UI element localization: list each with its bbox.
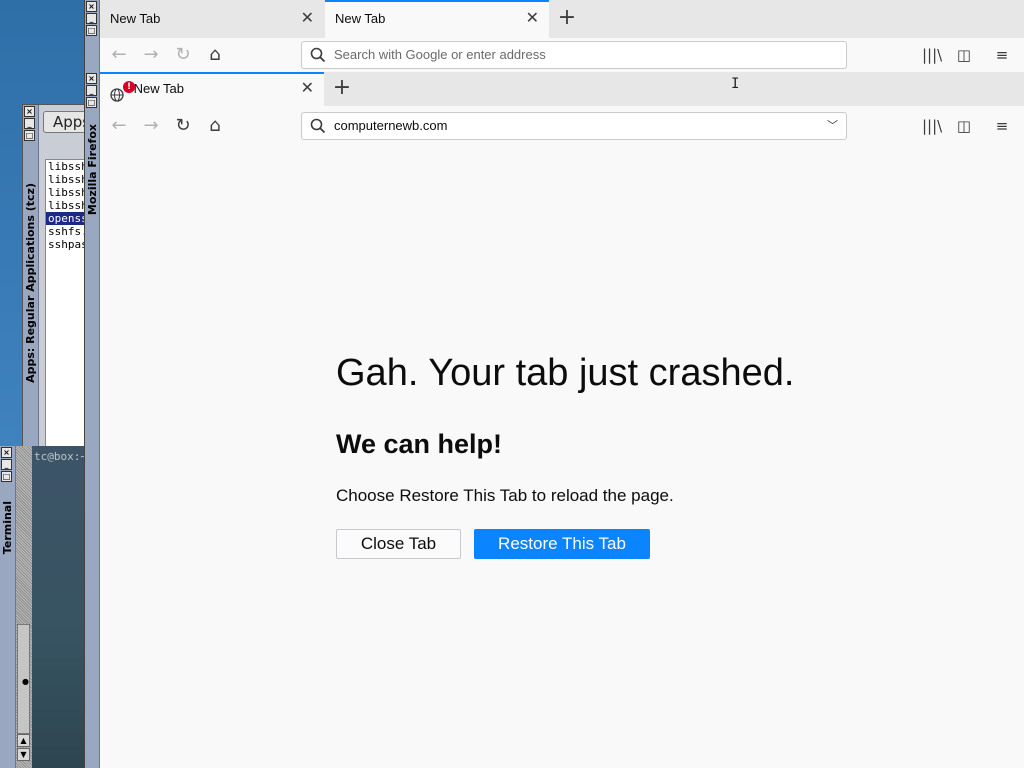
- search-icon: [310, 118, 326, 134]
- tab-active[interactable]: New Tab ✕: [325, 0, 549, 38]
- scrollbar-thumb[interactable]: ●: [17, 624, 30, 734]
- url-text: computernewb.com: [334, 118, 448, 133]
- maximize-icon[interactable]: □: [86, 97, 97, 108]
- close-icon[interactable]: ✕: [301, 74, 314, 104]
- maximize-icon[interactable]: □: [24, 130, 35, 141]
- close-icon[interactable]: ×: [1, 447, 12, 458]
- firefox-window-title: Mozilla Firefox: [86, 124, 99, 216]
- terminal-prompt: tc@box:~: [34, 450, 87, 463]
- tab-strip: New Tab ✕ New Tab ✕ +: [100, 0, 1024, 39]
- close-icon[interactable]: ✕: [301, 0, 314, 38]
- home-icon[interactable]: ⌂: [201, 113, 229, 139]
- firefox-window-front: × _ □ Mozilla Firefox ! New Tab ✕ + ← → …: [84, 72, 1024, 768]
- close-tab-button[interactable]: Close Tab: [336, 529, 461, 559]
- terminal-scrollbar[interactable]: ● ▲ ▼: [16, 446, 32, 768]
- forward-icon[interactable]: →: [137, 42, 165, 68]
- scroll-up-icon[interactable]: ▲: [17, 734, 30, 747]
- close-icon[interactable]: ×: [24, 106, 35, 117]
- menu-icon[interactable]: ≡: [992, 46, 1012, 64]
- reload-icon[interactable]: ↻: [169, 42, 197, 68]
- home-icon[interactable]: ⌂: [201, 42, 229, 68]
- scroll-down-icon[interactable]: ▼: [17, 748, 30, 761]
- close-icon[interactable]: ×: [86, 73, 97, 84]
- page-subtitle: We can help!: [336, 429, 503, 459]
- tab-strip: ! New Tab ✕ +: [100, 72, 1024, 107]
- tab-label: New Tab: [110, 11, 161, 26]
- grip-icon: ●: [22, 677, 29, 686]
- crash-message: Choose Restore This Tab to reload the pa…: [336, 486, 674, 505]
- restore-tab-button[interactable]: Restore This Tab: [474, 529, 650, 559]
- back-icon[interactable]: ←: [105, 113, 133, 139]
- navigation-bar: ← → ↻ ⌂ computernewb.com ﹀ |||\ ◫ ≡: [100, 106, 1024, 147]
- new-tab-icon[interactable]: +: [550, 0, 584, 38]
- tab-active[interactable]: ! New Tab ✕: [100, 72, 324, 106]
- globe-icon: !: [110, 80, 135, 102]
- library-icon[interactable]: |||\: [922, 46, 942, 64]
- url-placeholder: Search with Google or enter address: [334, 47, 546, 62]
- new-tab-icon[interactable]: +: [325, 72, 359, 106]
- maximize-icon[interactable]: □: [86, 25, 97, 36]
- sidebar-icon[interactable]: ◫: [954, 117, 974, 135]
- minimize-icon[interactable]: _: [1, 459, 12, 470]
- page-title: Gah. Your tab just crashed.: [336, 352, 795, 394]
- menu-icon[interactable]: ≡: [992, 117, 1012, 135]
- apps-window-title: Apps: Regular Applications (tcz): [24, 183, 37, 383]
- search-icon: [310, 47, 326, 63]
- terminal-titlebar[interactable]: × _ □ Terminal: [0, 446, 16, 768]
- apps-titlebar[interactable]: × _ □ Apps: Regular Applications (tcz): [23, 105, 39, 453]
- library-icon[interactable]: |||\: [922, 117, 942, 135]
- dropdown-chevron-icon[interactable]: ﹀: [827, 113, 838, 139]
- navigation-bar: ← → ↻ ⌂ Search with Google or enter addr…: [100, 38, 1024, 73]
- url-bar[interactable]: Search with Google or enter address: [301, 41, 847, 69]
- close-icon[interactable]: ×: [86, 1, 97, 12]
- firefox-back-titlebar[interactable]: × _ □: [85, 0, 100, 72]
- tab-label: New Tab: [335, 11, 386, 26]
- maximize-icon[interactable]: □: [1, 471, 12, 482]
- crash-page: Gah. Your tab just crashed. We can help!…: [100, 146, 1024, 768]
- minimize-icon[interactable]: _: [24, 118, 35, 129]
- terminal-window: × _ □ Terminal ● ▲ ▼ tc@box:~: [0, 446, 87, 768]
- url-bar[interactable]: computernewb.com ﹀: [301, 112, 847, 140]
- reload-icon[interactable]: ↻: [169, 113, 197, 139]
- terminal-title: Terminal: [1, 501, 14, 555]
- tab-label: New Tab: [133, 81, 184, 96]
- tab[interactable]: New Tab ✕: [100, 0, 324, 38]
- back-icon[interactable]: ←: [105, 42, 133, 68]
- minimize-icon[interactable]: _: [86, 85, 97, 96]
- sidebar-icon[interactable]: ◫: [954, 46, 974, 64]
- text-cursor-icon: I: [731, 76, 740, 92]
- minimize-icon[interactable]: _: [86, 13, 97, 24]
- forward-icon[interactable]: →: [137, 113, 165, 139]
- terminal-body[interactable]: tc@box:~: [32, 446, 87, 768]
- firefox-window-back: × _ □ New Tab ✕ New Tab ✕ + ← → ↻ ⌂ Sear…: [84, 0, 1024, 73]
- close-icon[interactable]: ✕: [526, 2, 539, 36]
- firefox-front-titlebar[interactable]: × _ □ Mozilla Firefox: [85, 72, 100, 768]
- crash-badge: !: [123, 80, 135, 93]
